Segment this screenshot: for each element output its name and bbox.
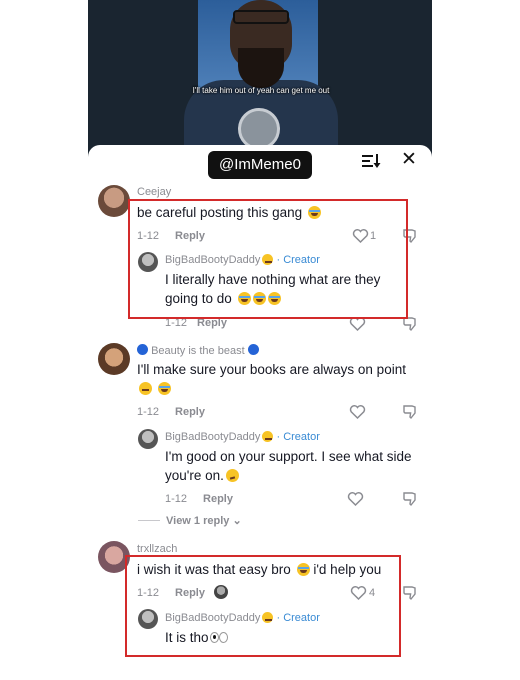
video-person-beard (238, 48, 284, 88)
dislike-icon[interactable] (402, 404, 418, 420)
reply-button[interactable]: Reply (175, 406, 205, 418)
view-replies-divider (138, 520, 160, 521)
video-badge-patch (238, 108, 280, 150)
sort-icon[interactable] (361, 152, 381, 170)
chevron-down-icon: ⌄ (232, 515, 242, 527)
video-person-glasses (233, 10, 289, 24)
blue-circle-emoji-icon (137, 344, 148, 355)
comment-username[interactable]: Beauty is the beast (137, 344, 259, 357)
comment-text: I'll make sure your books are always on … (137, 362, 406, 377)
highlight-box-2 (125, 555, 401, 657)
reply-text-line2: you're on. (165, 466, 239, 485)
comment-username[interactable]: Ceejay (137, 186, 171, 198)
reply-username[interactable]: BigBadBootyDaddy · Creator (165, 431, 320, 443)
reply-meta: 1-12 Reply (165, 493, 233, 505)
comment-emojis (137, 379, 171, 398)
like-heart-icon[interactable] (347, 491, 364, 507)
view-replies-button[interactable]: View 1 reply ⌄ (166, 514, 242, 527)
creator-label: · Creator (276, 431, 320, 443)
avatar[interactable] (98, 185, 130, 217)
close-icon[interactable]: ✕ (399, 150, 419, 170)
dislike-icon[interactable] (402, 585, 418, 601)
handle-overlay: @ImMeme0 (208, 151, 312, 179)
like-heart-icon[interactable] (349, 404, 366, 420)
comment-meta: 1-12 Reply (137, 406, 205, 418)
grin-emoji-icon (139, 382, 152, 395)
video-preview[interactable]: I'll take him out of yeah can get me out (88, 0, 432, 165)
creator-avatar[interactable] (138, 429, 158, 449)
highlight-box-1 (128, 199, 408, 319)
avatar[interactable] (98, 343, 130, 375)
dislike-icon[interactable] (402, 491, 418, 507)
thinking-emoji-icon (225, 469, 239, 482)
blue-circle-emoji-icon (247, 344, 259, 355)
comment-username[interactable]: trxllzach (137, 543, 177, 555)
video-caption: I'll take him out of yeah can get me out (192, 86, 330, 95)
reply-text-line1: I'm good on your support. I see what sid… (165, 449, 412, 464)
laughing-emoji-icon (157, 382, 171, 395)
reply-button[interactable]: Reply (203, 493, 233, 505)
grin-emoji-icon (262, 431, 274, 442)
